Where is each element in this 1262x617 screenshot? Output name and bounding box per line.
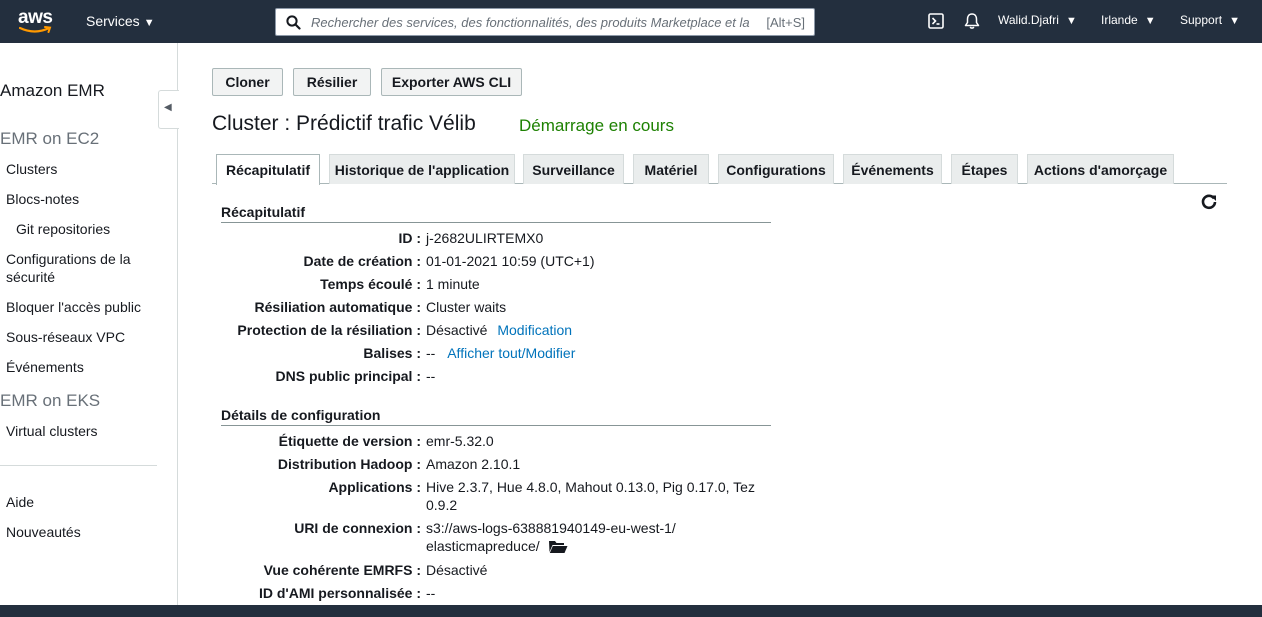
sidebar-title[interactable]: Amazon EMR: [0, 81, 105, 101]
sidebar-item-whats-new[interactable]: Nouveautés: [6, 523, 81, 541]
field-label: Vue cohérente EMRFS :: [263, 562, 421, 578]
field-label: ID d'AMI personnalisée :: [258, 585, 421, 601]
bell-icon[interactable]: [963, 12, 981, 30]
search-input[interactable]: [311, 13, 751, 32]
field-value: Désactivé: [426, 562, 488, 578]
config-heading: Détails de configuration: [221, 407, 771, 426]
sidebar-item-security-configurations[interactable]: Configurations de la sécurité: [6, 250, 156, 286]
top-navigation: aws Services▼ [Alt+S] Walid.Djafri ▼ Irl…: [0, 0, 1262, 43]
caret-down-icon: ▼: [1226, 15, 1240, 27]
search-icon: [286, 15, 301, 30]
cluster-status: Démarrage en cours: [519, 116, 674, 135]
field-value: -- Afficher tout/Modifier: [426, 344, 771, 362]
refresh-icon[interactable]: [1200, 193, 1218, 211]
field-value: s3://aws-logs-638881940149-eu-west-1/ela…: [426, 519, 676, 555]
folder-open-icon[interactable]: [548, 539, 568, 554]
tab-monitoring[interactable]: Surveillance: [523, 154, 624, 184]
aws-smile-icon: [19, 26, 52, 33]
field-value: 01-01-2021 10:59 (UTC+1): [426, 253, 595, 269]
caret-down-icon: ▼: [1141, 15, 1156, 27]
summary-heading: Récapitulatif: [221, 204, 771, 223]
caret-down-icon: ▼: [143, 17, 155, 29]
modify-termination-link[interactable]: Modification: [497, 322, 572, 338]
sidebar-item-events[interactable]: Événements: [6, 358, 84, 376]
cloudshell-icon[interactable]: [928, 13, 944, 29]
user-menu[interactable]: Walid.Djafri ▼: [998, 13, 1077, 27]
user-name: Walid.Djafri: [998, 13, 1059, 27]
field-label: Distribution Hadoop :: [277, 456, 421, 472]
field-value: Désactivé Modification: [426, 321, 771, 339]
support-label: Support: [1180, 13, 1223, 27]
field-label: Applications :: [328, 479, 421, 495]
clone-button[interactable]: Cloner: [212, 68, 283, 96]
sidebar-item-vpc-subnets[interactable]: Sous-réseaux VPC: [6, 328, 125, 346]
field-label: Date de création :: [303, 253, 421, 269]
field-value: --: [426, 585, 436, 601]
tab-bootstrap-actions[interactable]: Actions d'amorçage: [1027, 154, 1174, 184]
field-label: Protection de la résiliation :: [237, 322, 421, 338]
sidebar-item-notebooks[interactable]: Blocs-notes: [6, 190, 79, 208]
field-value: Amazon 2.10.1: [426, 456, 521, 472]
sidebar-item-clusters[interactable]: Clusters: [6, 160, 57, 178]
tab-application-history[interactable]: Historique de l'application: [329, 154, 515, 184]
field-value: 1 minute: [426, 276, 480, 292]
caret-down-icon: ▼: [1062, 15, 1077, 27]
sidebar-section-emr-ec2: EMR on EC2: [0, 129, 100, 148]
aws-logo[interactable]: aws: [18, 7, 58, 35]
search-box[interactable]: [Alt+S]: [275, 8, 815, 36]
support-menu[interactable]: Support ▼: [1180, 13, 1240, 27]
sidebar-item-git-repositories[interactable]: Git repositories: [16, 220, 110, 238]
footer-bar: [0, 605, 1262, 617]
field-value: j-2682ULIRTEMX0: [426, 230, 544, 246]
sidebar-item-block-public-access[interactable]: Bloquer l'accès public: [6, 298, 141, 316]
field-label: Temps écoulé :: [320, 276, 421, 292]
sidebar-section-emr-eks: EMR on EKS: [0, 391, 101, 410]
sidebar-item-virtual-clusters[interactable]: Virtual clusters: [6, 422, 98, 440]
field-value: Hive 2.3.7, Hue 4.8.0, Mahout 0.13.0, Pi…: [426, 479, 755, 513]
field-label: URI de connexion :: [294, 520, 421, 536]
tab-summary[interactable]: Récapitulatif: [216, 154, 320, 185]
tab-bar: Récapitulatif Historique de l'applicatio…: [212, 154, 1227, 185]
field-value: emr-5.32.0: [426, 433, 494, 449]
tab-configurations[interactable]: Configurations: [718, 154, 834, 184]
termination-protection-value: Désactivé: [426, 322, 488, 338]
export-cli-button[interactable]: Exporter AWS CLI: [381, 68, 522, 96]
tab-events[interactable]: Événements: [843, 154, 942, 184]
services-label: Services: [86, 13, 140, 29]
sidebar-collapse-button[interactable]: ◀: [158, 90, 179, 129]
sidebar-divider: [0, 465, 157, 466]
field-label: Balises :: [363, 345, 421, 361]
cluster-title: Cluster : Prédictif trafic Vélib: [212, 112, 476, 135]
sidebar: Amazon EMR EMR on EC2 Clusters Blocs-not…: [0, 43, 178, 605]
field-value: --: [426, 368, 436, 384]
search-shortcut: [Alt+S]: [766, 15, 805, 30]
region-name: Irlande: [1101, 13, 1138, 27]
sidebar-item-help[interactable]: Aide: [6, 493, 34, 511]
field-label: Étiquette de version :: [278, 433, 421, 449]
tab-hardware[interactable]: Matériel: [633, 154, 709, 184]
field-value: Cluster waits: [426, 299, 507, 315]
field-label: DNS public principal :: [275, 368, 421, 384]
field-label: Résiliation automatique :: [254, 299, 421, 315]
region-menu[interactable]: Irlande ▼: [1101, 13, 1156, 27]
view-edit-tags-link[interactable]: Afficher tout/Modifier: [447, 345, 575, 361]
field-label: ID :: [398, 230, 421, 246]
chevron-left-icon: ◀: [164, 102, 172, 113]
tab-steps[interactable]: Étapes: [951, 154, 1018, 184]
services-menu[interactable]: Services ▼: [86, 13, 155, 29]
tags-value: --: [426, 345, 436, 361]
terminate-button[interactable]: Résilier: [293, 68, 371, 96]
